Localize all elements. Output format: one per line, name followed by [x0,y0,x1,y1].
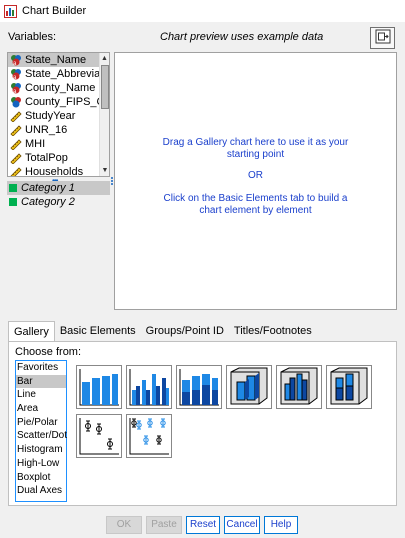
category-label: Category 1 [21,182,75,194]
choose-from-label: Choose from: [15,346,82,358]
canvas-message-line-2: starting point [226,149,285,160]
variable-label: MHI [25,138,46,150]
variable-label: TotalPop [25,152,68,164]
chart-type-item[interactable]: Pie/Polar [16,416,66,430]
variable-label: StudyYear [25,110,76,122]
category-item[interactable]: Category 1 [7,181,110,195]
canvas-message-line-4: Click on the Basic Elements tab to build… [163,193,348,204]
scroll-down-icon[interactable]: ▼ [100,165,109,176]
window-title: Chart Builder [22,5,87,17]
nominal-text-icon: a [10,82,22,95]
canvas-message-or: OR [248,170,263,181]
help-button[interactable]: Help [264,516,298,534]
canvas-message-line-5: chart element by element [199,205,312,216]
chart-type-item[interactable]: Bar [16,374,66,389]
gallery-panel: Choose from: Favorites Bar Line Area Pie/Pol… [8,341,397,506]
title-bar: Chart Builder [0,0,405,22]
chart-builder-app-icon [4,4,17,18]
tab-groups-point-id[interactable]: Groups/Point ID [141,321,229,341]
scroll-thumb[interactable] [101,65,109,109]
chart-type-list[interactable]: Favorites Bar Line Area Pie/Polar Scatter/Dot… [15,360,67,502]
category-item[interactable]: Category 2 [7,195,110,209]
variable-label: State_Name [25,54,87,66]
variable-item[interactable]: MHI [8,137,101,151]
clustered-3d-bar-icon[interactable] [276,365,322,409]
variable-item[interactable]: County_FIPS_C... [8,95,101,109]
simple-3d-bar-icon[interactable] [226,365,272,409]
variables-list[interactable]: aState_NameaState_Abbreviat...aCounty_Na… [7,52,110,177]
stacked-3d-bar-icon[interactable] [326,365,372,409]
categories-list[interactable]: Category 1 Category 2 [7,181,110,309]
variable-label: County_Name [25,82,96,94]
simple-error-bar-icon[interactable] [76,414,122,458]
variable-item[interactable]: StudyYear [8,109,101,123]
variables-label: Variables: [8,31,57,43]
simple-bar-icon[interactable] [76,365,122,409]
clustered-error-bar-icon[interactable] [126,414,172,458]
tab-basic-elements[interactable]: Basic Elements [55,321,141,341]
clustered-bar-icon[interactable] [126,365,172,409]
chart-canvas[interactable]: Drag a Gallery chart here to use it as y… [114,52,397,310]
chart-type-item[interactable]: Dual Axes [16,484,66,498]
stacked-bar-icon[interactable] [176,365,222,409]
category-swatch-icon [9,184,17,192]
variables-scrollbar[interactable]: ▲ ▼ [99,53,109,176]
chart-type-item[interactable]: Line [16,388,66,402]
reset-button[interactable]: Reset [186,516,220,534]
variable-label: UNR_16 [25,124,68,136]
cancel-button[interactable]: Cancel [224,516,260,534]
variable-item[interactable]: a State_Name [8,53,101,67]
variable-item[interactable]: UNR_16 [8,123,101,137]
tab-gallery[interactable]: Gallery [8,321,55,341]
chart-type-item[interactable]: Scatter/Dot [16,429,67,443]
paste-button[interactable]: Paste [146,516,182,534]
scale-icon [10,152,22,165]
variable-item[interactable]: TotalPop [8,151,101,165]
scale-icon [10,138,22,151]
expand-icon [375,29,391,47]
variable-item[interactable]: a County_Name [8,81,101,95]
scale-icon [10,166,22,176]
chart-type-item[interactable]: Favorites [16,361,66,375]
chart-type-item[interactable]: High-Low [16,457,66,471]
tab-titles-footnotes[interactable]: Titles/Footnotes [229,321,317,341]
chart-type-item[interactable]: Boxplot [16,471,66,485]
category-label: Category 2 [21,196,75,208]
scale-icon [10,110,22,123]
scale-icon [10,124,22,137]
nominal-text-icon: a [10,54,22,67]
tab-strip: Gallery Basic Elements Groups/Point ID Titl… [8,321,317,341]
variable-label: County_FIPS_C... [25,96,101,108]
variable-item[interactable]: aState_Abbreviat... [8,67,101,81]
dialog-buttons: OK Paste Reset Cancel Help [0,516,405,536]
nominal-numeric-icon [10,96,22,108]
category-swatch-icon [9,198,17,206]
scroll-up-icon[interactable]: ▲ [100,53,109,64]
preview-note: Chart preview uses example data [160,31,324,43]
chart-type-item[interactable]: Histogram [16,443,66,457]
chart-type-item[interactable]: Area [16,402,66,416]
variable-label: State_Abbreviat... [25,68,101,80]
expand-preview-button[interactable] [370,27,395,49]
ok-button[interactable]: OK [106,516,142,534]
canvas-message-line-1: Drag a Gallery chart here to use it as y… [162,137,349,148]
nominal-text-icon: a [10,68,22,81]
